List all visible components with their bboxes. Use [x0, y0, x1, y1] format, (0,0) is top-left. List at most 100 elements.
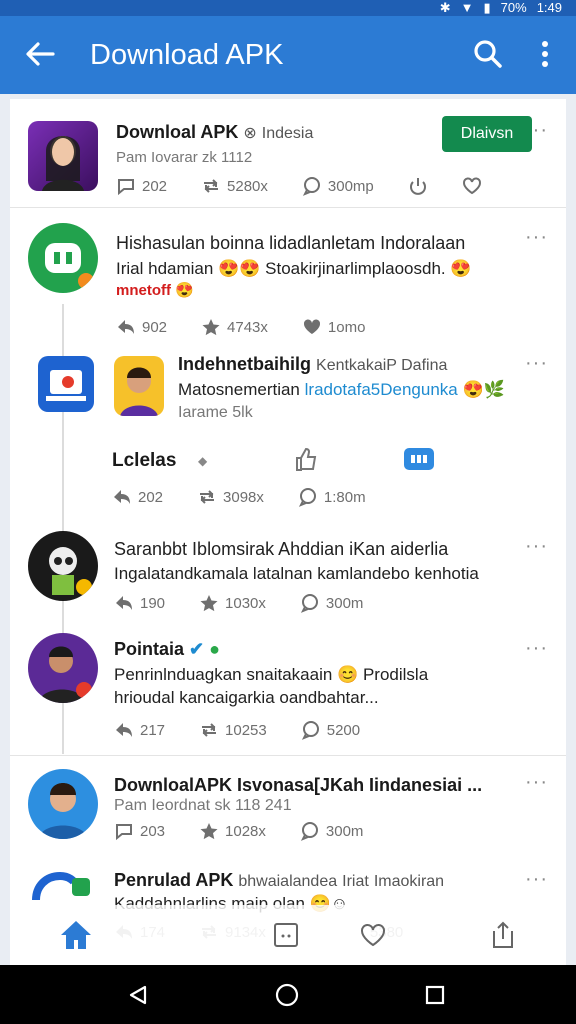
comment-button[interactable]: 5200 [301, 720, 360, 740]
download-button[interactable]: Dlaivsn [442, 116, 532, 152]
home-icon[interactable] [56, 915, 96, 955]
reply-button[interactable]: 202 [116, 176, 167, 196]
repost-icon [202, 723, 217, 737]
repost-button[interactable]: 5280x [201, 176, 268, 196]
thumb-icon[interactable] [294, 446, 318, 477]
emoji-icon: 😍 [450, 259, 472, 278]
more-options-icon[interactable]: ··· [525, 226, 548, 249]
emoji-icon: 😊 [337, 665, 359, 684]
post-text-line: Penrinlnduagkan snaitakaain 😊 Prodilsla [114, 665, 429, 684]
emoji-icon: 😍 [175, 282, 194, 299]
post-item[interactable]: Indehnetbaihilg KentkakaiP Dafina Matosn… [10, 344, 566, 514]
avatar [28, 223, 98, 293]
star-icon [200, 595, 218, 612]
post-actions: 217 10253 5200 [114, 720, 394, 740]
chat-icon: ● [209, 639, 221, 659]
comment-button[interactable]: 300mp [302, 176, 374, 196]
post-label: Lclelas [112, 450, 177, 471]
reply-button[interactable]: 202 [112, 487, 163, 507]
post-title: DownloalAPK Isvonasa[JKah Iindanesiai ..… [114, 775, 483, 795]
post-text-line: Ingalatandkamala latalnan kamlandebo ken… [114, 564, 479, 583]
divider [10, 207, 566, 208]
reply-icon [114, 490, 130, 504]
comment-icon [298, 488, 316, 507]
star-button[interactable]: 1028x [199, 821, 266, 841]
avatar [28, 769, 98, 839]
heart-icon[interactable] [462, 176, 482, 196]
repost-button[interactable]: 3098x [197, 487, 264, 507]
post-title: Downloal APK ⊗ Indesia [116, 122, 314, 142]
power-icon[interactable] [408, 176, 428, 196]
post-item[interactable]: Hishasulan boinna lidadlanletam Indorala… [10, 211, 566, 341]
globe-icon: ⊗ [243, 125, 257, 142]
comment-icon [301, 721, 319, 740]
more-vert-icon[interactable] [530, 36, 560, 72]
avatar [28, 633, 98, 703]
post-text-line: hrioudal kancaigarkia oandbahtar... [114, 688, 379, 707]
more-options-icon[interactable]: ··· [525, 771, 548, 794]
recents-square-icon[interactable] [421, 981, 449, 1009]
post-item[interactable]: Pointaia ✔ ● Penrinlnduagkan snaitakaain… [10, 629, 566, 749]
reply-button[interactable]: 203 [114, 821, 165, 841]
page-title: Download APK [90, 39, 284, 71]
reply-button[interactable]: 902 [116, 317, 167, 337]
post-subtitle: Pam Ieordnat sk 118 241 [114, 797, 292, 814]
comment-icon [300, 594, 318, 613]
like-button[interactable]: 1omo [302, 317, 365, 337]
search-icon[interactable] [470, 36, 506, 72]
repost-button[interactable]: 10253 [199, 720, 267, 740]
heart-icon[interactable] [353, 915, 393, 955]
post-text-line: Matosnemertian lradotafa5Dengunka 😍🌿 [178, 380, 505, 399]
post-actions: 190 1030x 300m [114, 593, 397, 613]
post-actions: 202 3098x 1:80m [112, 487, 400, 507]
app-logo-icon [38, 356, 94, 412]
square-icon[interactable] [266, 915, 306, 955]
post-item[interactable]: Saranbbt Iblomsirak Ahddian iKan aiderli… [10, 527, 566, 627]
repost-icon [204, 179, 219, 193]
post-subtitle: Pam Iovarar zk 1112 [116, 149, 253, 166]
post-text-line: Irial hdamian 😍😍 Stoakirjinarlimplaoosdh… [116, 259, 472, 278]
divider [10, 755, 566, 756]
star-icon [202, 319, 220, 336]
post-title: Indehnetbaihilg KentkakaiP Dafina [178, 354, 448, 374]
post-item[interactable]: DownloalAPK Isvonasa[JKah Iindanesiai ..… [10, 761, 566, 861]
heart-icon [303, 319, 320, 334]
home-circle-icon[interactable] [273, 981, 301, 1009]
reply-button[interactable]: 190 [114, 593, 165, 613]
wifi-icon: ▼ [460, 0, 474, 15]
share-icon[interactable] [483, 915, 523, 955]
more-options-icon[interactable]: ··· [525, 352, 548, 375]
badge-icon[interactable] [404, 448, 434, 470]
post-text-line: Iarame 5lk [178, 404, 253, 421]
back-arrow-icon[interactable] [22, 36, 58, 72]
comment-button[interactable]: 1:80m [298, 487, 366, 507]
post-text-line: Hishasulan boinna lidadlanletam Indorala… [116, 233, 466, 253]
more-options-icon[interactable]: ··· [525, 637, 548, 660]
star-button[interactable]: 1030x [199, 593, 266, 613]
emoji-icon: 😍😍 [218, 259, 261, 278]
comment-icon [302, 177, 320, 196]
comment-icon [300, 822, 318, 841]
dot-icon: ◆ [198, 454, 208, 468]
app-logo-icon [28, 864, 98, 906]
more-options-icon[interactable]: ··· [525, 868, 548, 891]
avatar [114, 356, 164, 416]
bluetooth-icon: ✱ [439, 0, 451, 15]
comment-button[interactable]: 300m [300, 593, 363, 613]
post-title: Penrulad APK bhwaialandea Iriat Imaokira… [114, 870, 445, 890]
comment-button[interactable]: 300m [300, 821, 363, 841]
bottom-nav [10, 905, 566, 965]
star-button[interactable]: 4743x [201, 317, 268, 337]
more-options-icon[interactable]: ·· [533, 119, 548, 142]
post-app-card[interactable]: Downloal APK ⊗ Indesia Pam Iovarar zk 11… [10, 99, 566, 199]
post-tag: mnetoff 😍 [116, 282, 194, 299]
back-triangle-icon[interactable] [124, 981, 152, 1009]
star-icon [200, 823, 218, 840]
more-options-icon[interactable]: ··· [525, 535, 548, 558]
reply-icon [116, 723, 132, 737]
clock: 1:49 [536, 0, 562, 15]
post-actions: 203 1028x 300m [114, 821, 397, 841]
battery-level: 70% [500, 0, 527, 15]
reply-button[interactable]: 217 [114, 720, 165, 740]
reply-icon [118, 179, 134, 196]
